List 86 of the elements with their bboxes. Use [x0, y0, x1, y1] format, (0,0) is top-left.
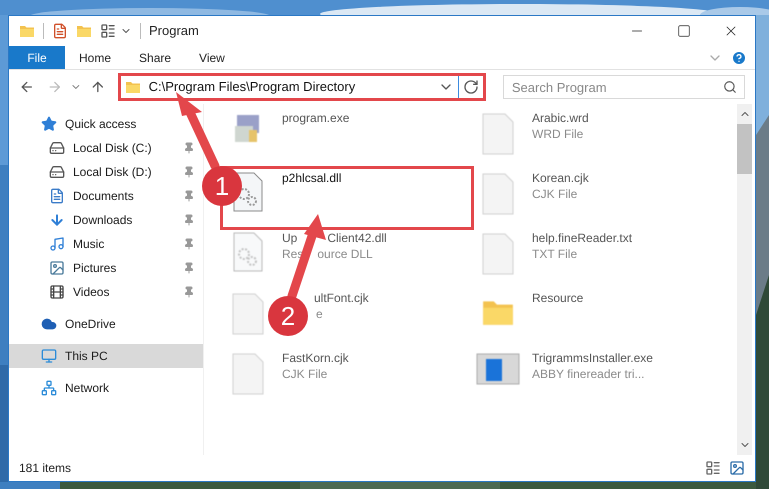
step-badge — [268, 296, 308, 336]
up-icon[interactable] — [90, 79, 106, 95]
scroll-thumb[interactable] — [737, 124, 752, 174]
document-icon — [49, 188, 65, 204]
sidebar-item[interactable]: This PC — [9, 344, 203, 368]
item-count: 181 items — [19, 460, 72, 477]
address-bar[interactable]: C:\Program Files\Program Directory — [118, 73, 486, 101]
picture-icon — [49, 260, 65, 276]
file-type: CJK File — [282, 366, 328, 382]
sidebar-label: Local Disk (C:) — [73, 140, 153, 157]
sidebar-label: This PC — [65, 348, 109, 365]
film-icon — [49, 284, 65, 300]
ribbon-tab[interactable]: Share — [125, 46, 186, 69]
monitor-icon — [41, 348, 57, 364]
file-name[interactable]: help.fineReader.txt — [532, 230, 632, 246]
help-icon[interactable] — [731, 50, 747, 66]
sidebar-label: Videos — [73, 284, 110, 301]
sidebar-item[interactable]: Local Disk (C:) — [9, 136, 203, 160]
folder-icon — [124, 79, 141, 95]
sidebar-item[interactable]: Downloads — [9, 208, 203, 232]
file-icon — [231, 292, 265, 336]
cloud-icon — [41, 316, 57, 332]
refresh-icon[interactable] — [462, 79, 479, 95]
search-field[interactable]: Search Program — [502, 75, 746, 99]
scrollbar[interactable] — [737, 104, 752, 455]
music-note-icon — [49, 236, 65, 252]
file-tab[interactable]: File — [9, 46, 65, 69]
new-folder-icon — [76, 23, 92, 39]
file-type: e — [316, 306, 323, 322]
sidebar-item[interactable]: Pictures — [9, 256, 203, 280]
file-name[interactable]: ultFont.cjk — [314, 290, 369, 306]
window-icon — [476, 352, 520, 386]
maximize-icon[interactable] — [677, 24, 691, 38]
sidebar-label: Downloads — [73, 212, 134, 229]
sidebar-label: Local Disk (D:) — [73, 164, 153, 181]
sidebar-label: Network — [65, 380, 110, 397]
file-name[interactable]: Korean.cjk — [532, 170, 589, 186]
sidebar-item[interactable]: Network — [9, 376, 203, 400]
file-icon — [231, 352, 265, 396]
sidebar-item[interactable]: Documents — [9, 184, 203, 208]
download-icon — [49, 212, 65, 228]
file-name[interactable]: Arabic.wrd — [532, 110, 589, 126]
sidebar-item[interactable]: Music — [9, 232, 203, 256]
sidebar-label: Quick access — [65, 116, 138, 133]
network-icon — [41, 380, 57, 396]
window-title: Program — [149, 22, 199, 40]
file-name[interactable]: FastKorn.cjk — [282, 350, 349, 366]
step-number: 2 — [280, 301, 296, 331]
ribbon-tab[interactable]: View — [185, 46, 239, 69]
search-icon[interactable] — [723, 80, 738, 94]
view-icon[interactable] — [100, 23, 116, 39]
folder-icon — [19, 23, 35, 39]
sidebar-item[interactable]: OneDrive — [9, 312, 203, 336]
file-type: ource DLL — [317, 246, 373, 262]
drive-icon — [49, 140, 65, 156]
sidebar-label: OneDrive — [65, 316, 117, 333]
step-number: 1 — [214, 171, 230, 201]
file-type: TXT File — [532, 246, 578, 262]
star-icon — [41, 116, 57, 132]
sidebar-item[interactable]: Quick access — [9, 112, 203, 136]
file-name[interactable]: Resource — [532, 290, 584, 306]
ribbon-tab[interactable]: Home — [65, 46, 126, 69]
sidebar-item[interactable]: Local Disk (D:) — [9, 160, 203, 184]
sidebar-label: Pictures — [73, 260, 118, 277]
sidebar-label: Documents — [73, 188, 135, 205]
file-name[interactable]: Client42.dll — [327, 230, 387, 246]
drive-icon — [49, 164, 65, 180]
gear-file-icon — [231, 232, 265, 272]
file-type: WRD File — [532, 126, 584, 142]
file-name[interactable]: p2hlcsal.dll — [282, 170, 342, 186]
back-icon[interactable] — [19, 79, 35, 95]
file-name[interactable]: program.exe — [282, 110, 350, 126]
sidebar-label: Music — [73, 236, 106, 253]
file-name[interactable]: TrigrammsInstaller.exe — [532, 350, 653, 366]
large-icons-view-icon[interactable] — [729, 460, 745, 476]
details-view-icon[interactable] — [705, 460, 721, 476]
file-name[interactable]: Up — [282, 230, 298, 246]
file-type: CJK File — [532, 186, 578, 202]
file-icon — [481, 172, 515, 216]
file-type: ABBY finereader tri... — [532, 366, 644, 382]
properties-icon[interactable] — [52, 23, 68, 39]
sidebar-item[interactable]: Videos — [9, 280, 203, 304]
file-icon — [481, 112, 515, 156]
address-path: C:\Program Files\Program Directory — [148, 78, 356, 96]
file-icon — [481, 232, 515, 276]
step-badge — [202, 166, 242, 206]
